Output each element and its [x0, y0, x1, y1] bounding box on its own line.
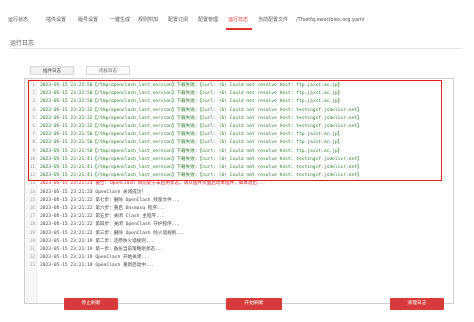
line-number: 22 — [29, 255, 35, 261]
log-line: 15 2023-05-15 23:21:22 第七步：删除 OpenClash 残… — [25, 197, 453, 205]
log-line: 8 2023-05-15 23:21:50【/tmp/openclash_last… — [25, 139, 453, 147]
line-number: 15 — [29, 197, 35, 203]
log-line: 1 2023-05-15 23:22:50【/tmp/openclash_last… — [25, 82, 453, 90]
log-text: 2023-05-15 23:21:22 第七步：删除 OpenClash 残留文… — [40, 197, 180, 203]
line-number: 6 — [32, 124, 35, 129]
tab-config-manage[interactable]: 配置管理 — [198, 14, 218, 26]
log-line: 16 2023-05-15 23:21:22 第六步：重启 Dnsmasq 程序.… — [25, 205, 453, 213]
tab-rule-append[interactable]: 规则附加 — [138, 14, 158, 26]
log-line: 19 2023-05-15 23:21:22 第三步：删除 OpenClash 防… — [25, 230, 453, 238]
top-navigation: 运行状态 插件设置 版号设置 一键生成 规则附加 配置订阅 配置管理 运行日志 … — [0, 0, 474, 32]
current-config-path: /Tfsetfq.swxcibies.org.yaml — [296, 17, 365, 23]
log-text: 2023-05-15 23:21:41【/tmp/openclash_last_… — [40, 156, 362, 162]
log-viewer[interactable]: 1 2023-05-15 23:22:50【/tmp/openclash_last… — [24, 78, 454, 304]
log-text: 2023-05-15 23:21:22 第六步：重启 Dnsmasq 程序... — [40, 206, 166, 211]
log-line: 10 2023-05-15 23:21:41【/tmp/openclash_las… — [25, 156, 453, 164]
line-number: 8 — [32, 140, 35, 146]
tab-version-settings[interactable]: 版号设置 — [78, 14, 98, 26]
log-text: 2023-05-15 23:21:41【/tmp/openclash_last_… — [40, 165, 362, 170]
line-number: 3 — [32, 99, 35, 105]
line-number: 13 — [29, 181, 35, 187]
tab-status[interactable]: 运行状态 — [8, 14, 28, 26]
line-number: 10 — [29, 156, 35, 162]
log-text: 2023-05-15 23:22:32【/tmp/openclash_last_… — [40, 107, 362, 113]
tab-core-log[interactable]: 内核日志 — [86, 66, 130, 75]
line-number: 9 — [32, 148, 35, 154]
log-text: 2023-05-15 23:21:23 OpenClash 关闭成功！ — [40, 189, 146, 195]
log-text: 2023-05-15 23:21:22 第五步：关闭 Clash 主程序... — [40, 214, 165, 220]
log-text: 2023-05-15 23:21:22 第三步：删除 OpenClash 防火墙… — [40, 230, 185, 236]
active-tab-indicator — [226, 28, 252, 30]
tab-run-log[interactable]: 运行日志 — [228, 14, 248, 26]
log-text: 2023-05-15 23:22:32【/tmp/openclash_last_… — [40, 124, 362, 129]
log-line: 23 2023-05-15 23:21:19 OpenClash 重新启动中... — [25, 262, 453, 270]
log-line: 18 2023-05-15 23:21:22 第四步：关闭 OpenClash 守… — [25, 221, 453, 229]
log-text: 2023-05-15 23:21:50【/tmp/openclash_last_… — [40, 148, 343, 154]
log-line: 17 2023-05-15 23:21:22 第五步：关闭 Clash 主程序..… — [25, 213, 453, 221]
log-line: 7 2023-05-15 23:21:50【/tmp/openclash_last… — [25, 131, 453, 139]
log-line: 14 2023-05-15 23:21:23 OpenClash 关闭成功！ — [25, 189, 453, 197]
line-number: 21 — [29, 247, 35, 252]
line-number: 18 — [29, 222, 35, 228]
log-line: 12 2023-05-15 23:21:41【/tmp/openclash_las… — [25, 172, 453, 180]
log-line: 5 2023-05-15 23:22:32【/tmp/openclash_last… — [25, 115, 453, 123]
line-number: 11 — [29, 165, 35, 170]
tab-one-click-generate[interactable]: 一键生成 — [110, 14, 130, 26]
line-number: 16 — [29, 206, 35, 211]
start-refresh-button[interactable]: 开始刷新 — [226, 298, 282, 310]
line-number: 2 — [32, 91, 35, 97]
tab-plugin-log[interactable]: 插件日志 — [30, 66, 74, 75]
line-number: 17 — [29, 214, 35, 220]
line-number: 7 — [32, 132, 35, 138]
log-line: 13 2023-05-15 23:21:23 警告: OpenClash 目前处于… — [25, 180, 453, 188]
line-number: 19 — [29, 230, 35, 236]
divider — [10, 48, 462, 49]
log-line: 11 2023-05-15 23:21:41【/tmp/openclash_las… — [25, 164, 453, 172]
tab-plugin-settings[interactable]: 插件设置 — [46, 14, 66, 26]
log-line: 22 2023-05-15 23:21:19 OpenClash 开始关闭... — [25, 254, 453, 262]
log-text: 2023-05-15 23:21:19 OpenClash 开始关闭... — [40, 255, 150, 261]
log-text: 2023-05-15 23:21:50【/tmp/openclash_last_… — [40, 140, 343, 146]
log-line: 20 2023-05-15 23:21:19 第二步：还原防火墙规则... — [25, 238, 453, 246]
log-text: 2023-05-15 23:21:19 OpenClash 重新启动中... — [40, 263, 155, 269]
tab-current-config[interactable]: 当前配置文件 — [258, 14, 288, 26]
log-text: 2023-05-15 23:21:50【/tmp/openclash_last_… — [40, 132, 343, 138]
line-number: 12 — [29, 173, 35, 179]
line-number: 1 — [32, 83, 35, 88]
log-text: 2023-05-15 23:22:50【/tmp/openclash_last_… — [40, 91, 343, 97]
page-title: 运行日志 — [10, 40, 35, 47]
log-text: 2023-05-15 23:21:41【/tmp/openclash_last_… — [40, 173, 362, 179]
line-number: 4 — [32, 107, 35, 113]
line-number: 5 — [32, 115, 35, 121]
stop-refresh-button[interactable]: 停止刷新 — [64, 298, 118, 310]
log-text: 2023-05-15 23:22:50【/tmp/openclash_last_… — [40, 83, 343, 88]
log-text: 2023-05-15 23:22:32【/tmp/openclash_last_… — [40, 115, 362, 121]
clear-log-button[interactable]: 清理日志 — [390, 298, 444, 310]
log-line: 21 2023-05-15 23:21:19 第一步：备份当前策略组状态... — [25, 246, 453, 254]
log-text: 2023-05-15 23:21:19 第一步：备份当前策略组状态... — [40, 247, 164, 252]
log-text: 2023-05-15 23:21:19 第二步：还原防火墙规则... — [40, 238, 155, 244]
log-text: 2023-05-15 23:22:50【/tmp/openclash_last_… — [40, 99, 343, 105]
log-line: 2 2023-05-15 23:22:50【/tmp/openclash_last… — [25, 90, 453, 98]
log-line: 9 2023-05-15 23:21:50【/tmp/openclash_last… — [25, 148, 453, 156]
log-line: 3 2023-05-15 23:22:50【/tmp/openclash_last… — [25, 98, 453, 106]
line-number: 14 — [29, 189, 35, 195]
line-number: 20 — [29, 238, 35, 244]
tab-config-subscribe[interactable]: 配置订阅 — [168, 14, 188, 26]
log-line: 4 2023-05-15 23:22:32【/tmp/openclash_last… — [25, 107, 453, 115]
log-text: 2023-05-15 23:21:22 第四步：关闭 OpenClash 守护程… — [40, 222, 180, 228]
line-number: 23 — [29, 263, 35, 269]
log-line: 6 2023-05-15 23:22:32【/tmp/openclash_last… — [25, 123, 453, 131]
log-text: 2023-05-15 23:21:23 警告: OpenClash 目前处于未启… — [40, 181, 266, 187]
